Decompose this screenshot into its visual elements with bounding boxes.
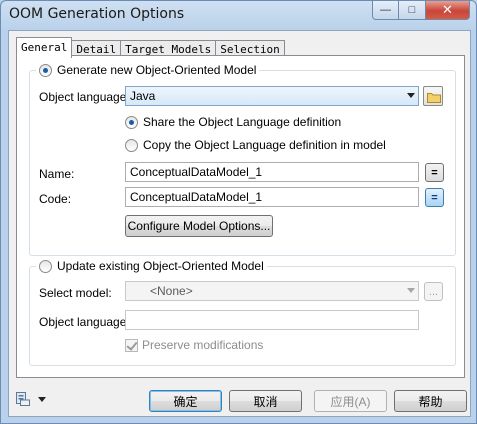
- browse-model-button[interactable]: ...: [424, 282, 443, 301]
- browse-language-button[interactable]: [423, 86, 443, 106]
- object-language-select[interactable]: Java: [125, 86, 419, 106]
- dropdown-arrow-icon: [38, 397, 46, 402]
- object-browser-icon: [16, 392, 30, 406]
- help-button[interactable]: 帮助: [394, 390, 467, 412]
- minimize-button[interactable]: —: [372, 1, 399, 20]
- generate-new-label: Generate new Object-Oriented Model: [57, 63, 257, 77]
- name-label: Name:: [39, 167, 75, 181]
- copy-language-option[interactable]: Copy the Object Language definition in m…: [125, 138, 386, 152]
- select-model-select[interactable]: <None>: [125, 281, 419, 301]
- share-language-option[interactable]: Share the Object Language definition: [125, 115, 341, 129]
- name-equals-button[interactable]: =: [425, 163, 444, 182]
- object-language-value: Java: [130, 89, 156, 103]
- object-language-label: Object language:: [39, 90, 130, 104]
- maximize-button[interactable]: □: [399, 1, 426, 20]
- update-existing-model-group: Update existing Object-Oriented Model Se…: [29, 259, 456, 366]
- code-label: Code:: [39, 192, 72, 206]
- general-tab-panel: Generate new Object-Oriented Model Objec…: [16, 55, 465, 378]
- preserve-modifications-option[interactable]: Preserve modifications: [125, 338, 263, 352]
- copy-language-label: Copy the Object Language definition in m…: [143, 138, 386, 152]
- close-button[interactable]: ✕: [426, 1, 470, 20]
- update-existing-radio-button[interactable]: [39, 259, 52, 273]
- update-object-language-field[interactable]: [125, 310, 419, 330]
- configure-model-options-button[interactable]: Configure Model Options...: [125, 215, 273, 237]
- update-existing-label: Update existing Object-Oriented Model: [57, 259, 264, 273]
- update-object-language-label: Object language:: [39, 315, 130, 329]
- generate-new-model-group: Generate new Object-Oriented Model Objec…: [29, 63, 456, 256]
- dialog-client: General Detail Target Models Selection G…: [8, 30, 471, 417]
- code-field[interactable]: ConceptualDataModel_1: [125, 187, 419, 207]
- preserve-modifications-checkbox[interactable]: [125, 338, 138, 352]
- name-field[interactable]: ConceptualDataModel_1: [125, 162, 419, 182]
- update-existing-radio[interactable]: Update existing Object-Oriented Model: [36, 259, 267, 273]
- select-model-value: <None>: [150, 284, 193, 298]
- chevron-down-icon: [407, 288, 415, 293]
- select-model-label: Select model:: [39, 286, 112, 300]
- dialog-window: OOM Generation Options — □ ✕ General Det…: [0, 0, 477, 424]
- tab-general[interactable]: General: [16, 37, 73, 58]
- generate-new-radio-button[interactable]: [39, 63, 52, 77]
- object-browser-menu[interactable]: [15, 391, 47, 407]
- share-language-label: Share the Object Language definition: [143, 115, 342, 129]
- copy-language-radio[interactable]: [125, 138, 138, 152]
- folder-icon: [427, 93, 441, 103]
- chevron-down-icon: [407, 93, 415, 98]
- title-bar: OOM Generation Options — □ ✕: [1, 1, 476, 29]
- share-language-radio[interactable]: [125, 115, 138, 129]
- window-title: OOM Generation Options: [9, 6, 185, 22]
- cancel-button[interactable]: 取消: [229, 390, 302, 412]
- ok-button[interactable]: 确定: [149, 390, 222, 412]
- code-equals-button[interactable]: =: [425, 188, 444, 207]
- generate-new-radio[interactable]: Generate new Object-Oriented Model: [36, 63, 260, 77]
- window-controls: — □ ✕: [372, 1, 470, 20]
- preserve-modifications-label: Preserve modifications: [142, 338, 264, 352]
- apply-button[interactable]: 应用(A): [314, 390, 387, 412]
